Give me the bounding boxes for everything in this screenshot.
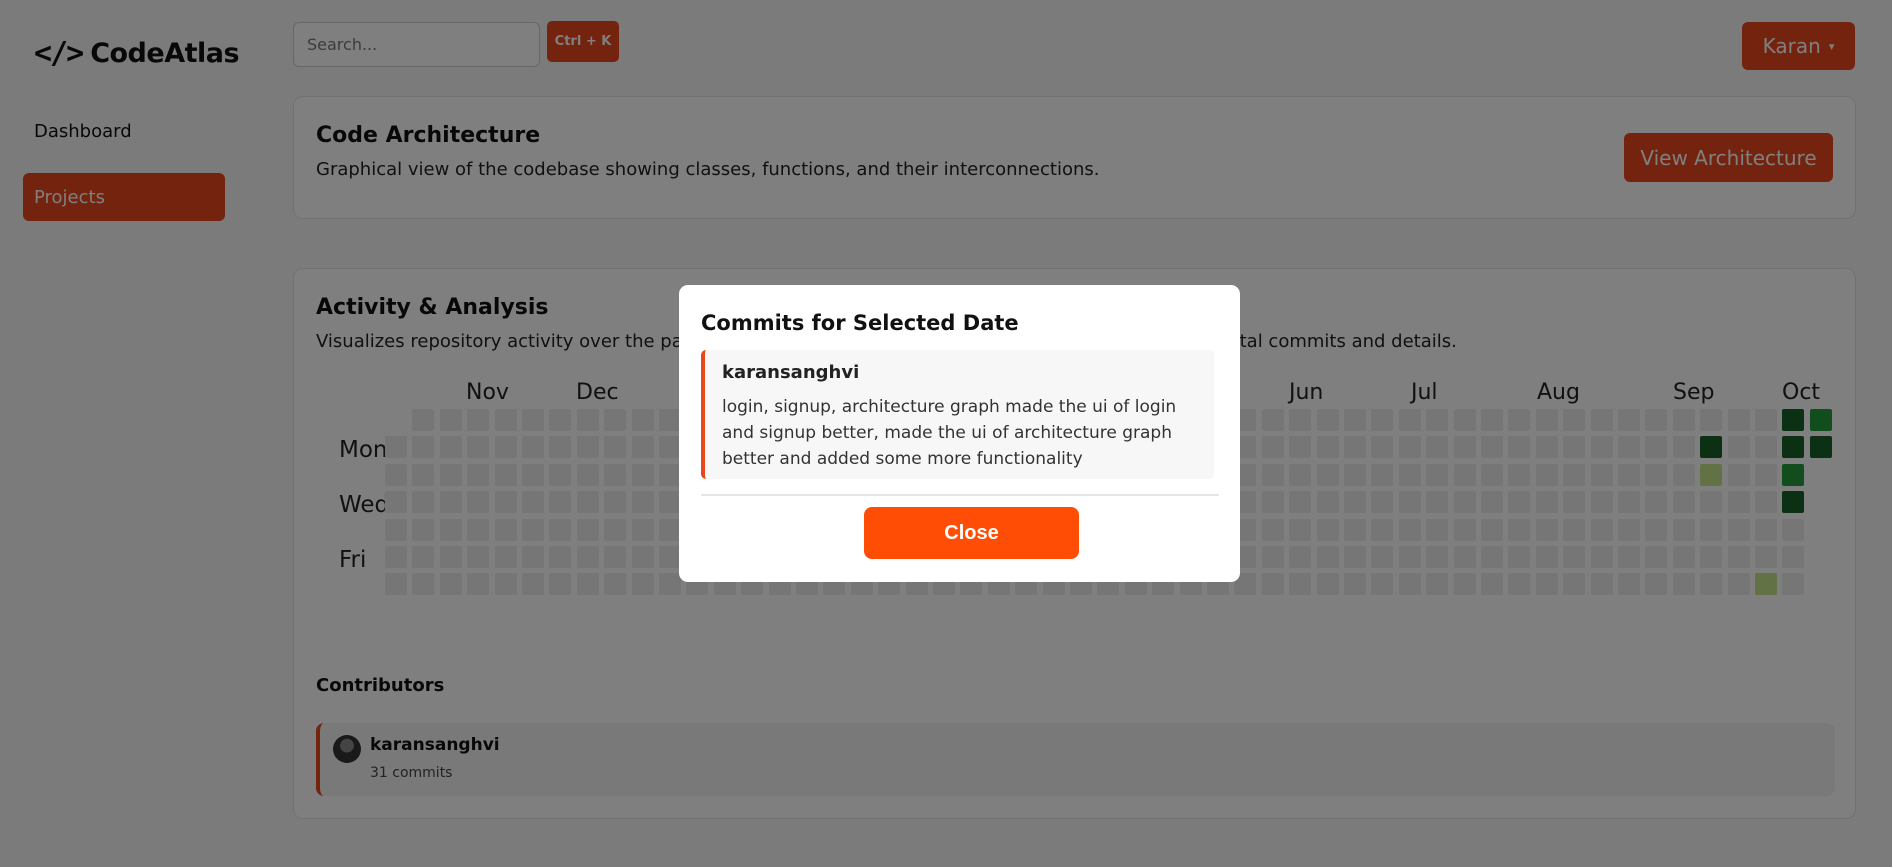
close-button[interactable]: Close xyxy=(864,507,1079,559)
divider xyxy=(701,494,1219,496)
commit-message: login, signup, architecture graph made t… xyxy=(722,397,1177,469)
modal-title: Commits for Selected Date xyxy=(701,311,1019,335)
commits-modal: Commits for Selected Date karansanghvi l… xyxy=(679,285,1240,582)
commit-card: karansanghvi login, signup, architecture… xyxy=(701,350,1214,479)
commit-author: karansanghvi xyxy=(722,362,860,383)
